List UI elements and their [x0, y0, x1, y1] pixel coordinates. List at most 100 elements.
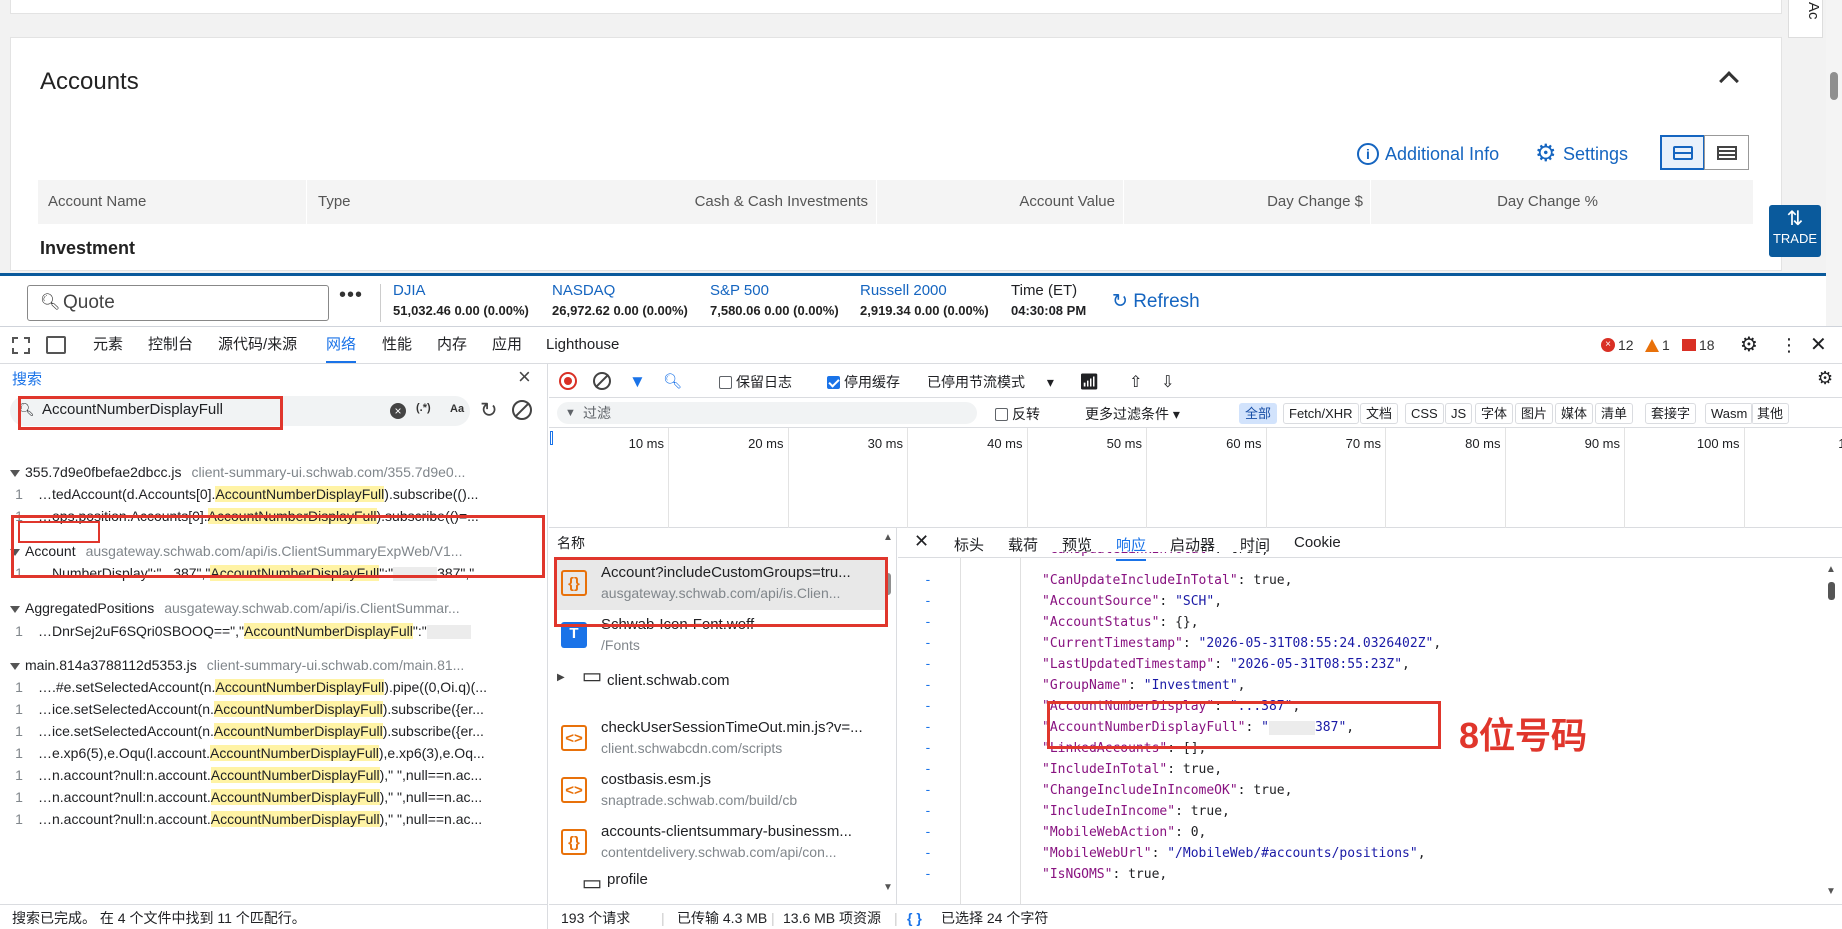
search-result-line[interactable]: 1 …n.account?null:n.account.AccountNumber… — [0, 764, 546, 786]
view-compact-button[interactable] — [1704, 135, 1749, 170]
tab-network[interactable]: 网络 — [326, 327, 357, 363]
col-account-value[interactable]: Account Value — [938, 180, 1115, 224]
search-result-file[interactable]: 355.7d9e0fbefae2dbcc.js client-summary-ui… — [0, 461, 465, 483]
search-result-file[interactable]: main.814a3788112d5353.js client-summary-u… — [0, 654, 464, 676]
tab-initiator[interactable]: 启动器 — [1170, 534, 1215, 555]
response-line[interactable]: - "IsNGOMS": true, — [898, 867, 1828, 888]
index-nasdaq[interactable]: NASDAQ 26,972.62 0.00 (0.00%) — [552, 282, 688, 318]
tab-sources[interactable]: 源代码/来源 — [218, 327, 297, 363]
tab-timing[interactable]: 时间 — [1240, 534, 1270, 555]
expand-triangle-icon[interactable] — [10, 606, 20, 613]
filter-chip-2[interactable]: 文档 — [1360, 403, 1399, 424]
response-line[interactable]: - "CanUpdateIncludeInTotal": true, — [898, 573, 1828, 594]
record-icon[interactable] — [559, 372, 577, 390]
search-result-line[interactable]: 1 …ice.setSelectedAccount(n.AccountNumber… — [0, 720, 546, 742]
network-settings-icon[interactable]: ⚙ — [1817, 368, 1833, 389]
device-toolbar-icon[interactable] — [46, 336, 66, 354]
expand-triangle-icon[interactable] — [10, 470, 20, 477]
search-panel-title[interactable]: 搜索 — [12, 368, 42, 389]
tab-application[interactable]: 应用 — [492, 327, 522, 363]
request-row[interactable]: {} accounts-clientsummary-businessm... con… — [557, 817, 887, 869]
network-timeline[interactable]: 10 ms 20 ms 30 ms 40 ms 50 ms 60 ms 70 ms 80 ms… — [549, 428, 1842, 528]
filter-chip-3[interactable]: CSS — [1405, 403, 1444, 424]
filter-chip-4[interactable]: JS — [1445, 403, 1473, 424]
regex-toggle[interactable]: (.*) — [416, 402, 431, 414]
tab-payload[interactable]: 载荷 — [1008, 534, 1038, 555]
preserve-log-checkbox[interactable]: 保留日志 — [719, 372, 792, 392]
search-result-line[interactable]: 1 …DnrSej2uF6SQri0SBOOQ==","AccountNumber… — [0, 620, 546, 642]
index-djia[interactable]: DJIA 51,032.46 0.00 (0.00%) — [393, 282, 529, 318]
devtools-settings-icon[interactable]: ⚙ — [1740, 327, 1758, 363]
response-line[interactable]: - "CurrentTimestamp": "2026-05-31T08:55:2… — [898, 636, 1828, 657]
filter-chip-0[interactable]: 全部 — [1239, 403, 1278, 424]
search-result-line[interactable]: 1 …n.account?null:n.account.AccountNumber… — [0, 808, 546, 830]
invert-checkbox[interactable]: 反转 — [995, 404, 1040, 424]
filter-chip-11[interactable]: 其他 — [1751, 403, 1790, 424]
inspect-element-icon[interactable] — [12, 337, 30, 354]
more-options-icon[interactable]: ⋮ — [1780, 327, 1798, 363]
refresh-button[interactable]: ↻ Refresh — [1112, 290, 1200, 313]
close-icon[interactable]: × — [518, 364, 531, 390]
tab-console[interactable]: 控制台 — [148, 327, 193, 363]
response-scrollbar[interactable] — [1828, 582, 1835, 600]
tab-preview[interactable]: 预览 — [1062, 534, 1092, 555]
error-count[interactable]: × 12 — [1601, 337, 1634, 353]
search-result-line[interactable]: 1 …tedAccount(d.Accounts[0].AccountNumber… — [0, 483, 546, 505]
throttle-select[interactable]: 已停用节流模式 ▾ — [927, 372, 1054, 392]
side-tab[interactable]: Ac — [1788, 0, 1823, 38]
json-braces-icon[interactable]: { } — [907, 905, 922, 929]
col-day-change-pct[interactable]: Day Change % — [1438, 180, 1598, 224]
filter-input[interactable]: ▼ 过滤 — [557, 402, 977, 424]
filter-chip-5[interactable]: 字体 — [1475, 403, 1514, 424]
tab-performance[interactable]: 性能 — [382, 327, 412, 363]
match-case-toggle[interactable]: Aa — [450, 403, 464, 415]
search-result-line[interactable]: 1 …ice.setSelectedAccount(n.AccountNumber… — [0, 698, 546, 720]
col-type[interactable]: Type — [318, 180, 351, 224]
response-line[interactable]: - "IncludeInIncome": true, — [898, 804, 1828, 825]
more-filters-dropdown[interactable]: 更多过滤条件 ▾ — [1085, 404, 1180, 424]
disable-cache-checkbox[interactable]: 停用缓存 — [827, 372, 900, 392]
col-cash[interactable]: Cash & Cash Investments — [688, 180, 868, 224]
clear-icon[interactable]: × — [390, 403, 406, 419]
scroll-down-icon[interactable]: ▼ — [1826, 886, 1836, 897]
quote-input[interactable]: 🔍︎ Quote — [27, 285, 329, 321]
tab-cookie[interactable]: Cookie — [1294, 534, 1341, 551]
search-result-line[interactable]: 1 ….#e.setSelectedAccount(n.AccountNumber… — [0, 676, 546, 698]
network-conditions-icon[interactable]: 📶︎ — [1079, 372, 1099, 392]
page-scrollbar[interactable] — [1826, 0, 1842, 326]
close-devtools-icon[interactable]: ✕ — [1810, 327, 1827, 363]
filter-chip-10[interactable]: Wasm — [1705, 403, 1754, 424]
response-line[interactable]: - "AccountSource": "SCH", — [898, 594, 1828, 615]
filter-chip-9[interactable]: 套接字 — [1645, 403, 1697, 424]
close-detail-icon[interactable]: ✕ — [914, 531, 929, 552]
response-line[interactable]: - "LastUpdatedTimestamp": "2026-05-31T08:… — [898, 657, 1828, 678]
col-day-change-dollar[interactable]: Day Change $ — [1188, 180, 1363, 224]
export-har-icon[interactable]: ⇩ — [1161, 372, 1174, 392]
tab-elements[interactable]: 元素 — [93, 327, 123, 363]
filter-chip-6[interactable]: 图片 — [1515, 403, 1554, 424]
clear-log-icon[interactable] — [593, 372, 611, 390]
response-line[interactable]: - "MobileWebUrl": "/MobileWeb/#accounts/p… — [898, 846, 1828, 867]
scroll-up-icon[interactable]: ▲ — [1826, 564, 1836, 575]
expand-triangle-icon[interactable] — [10, 663, 20, 670]
index-russell[interactable]: Russell 2000 2,919.34 0.00 (0.00%) — [860, 282, 989, 318]
search-result-line[interactable]: 1 …n.account?null:n.account.AccountNumber… — [0, 786, 546, 808]
warning-count[interactable]: 1 — [1645, 337, 1670, 353]
scroll-up-icon[interactable]: ▲ — [883, 532, 893, 543]
index-sp500[interactable]: S&P 500 7,580.06 0.00 (0.00%) — [710, 282, 839, 318]
tab-memory[interactable]: 内存 — [437, 327, 467, 363]
tab-headers[interactable]: 标头 — [954, 534, 984, 555]
request-row[interactable]: ▭ ▶ client.schwab.com — [557, 662, 887, 702]
response-line[interactable]: - "GroupName": "Investment", — [898, 678, 1828, 699]
filter-chip-1[interactable]: Fetch/XHR — [1283, 403, 1359, 424]
response-line[interactable]: - "MobileWebAction": 0, — [898, 825, 1828, 846]
col-account-name[interactable]: Account Name — [48, 180, 146, 224]
filter-icon[interactable]: ▼ — [629, 372, 646, 392]
response-line[interactable]: - "ChangeIncludeInIncomeOK": true, — [898, 783, 1828, 804]
search-result-line[interactable]: 1 …e.xp6(5),e.Oqu(l.account.AccountNumber… — [0, 742, 546, 764]
import-har-icon[interactable]: ⇧ — [1129, 372, 1142, 392]
response-line[interactable]: - "AccountStatus": {}, — [898, 615, 1828, 636]
view-expanded-button[interactable] — [1660, 135, 1705, 170]
issues-count[interactable]: 18 — [1682, 337, 1715, 353]
additional-info-link[interactable]: i Additional Info — [1357, 143, 1499, 165]
